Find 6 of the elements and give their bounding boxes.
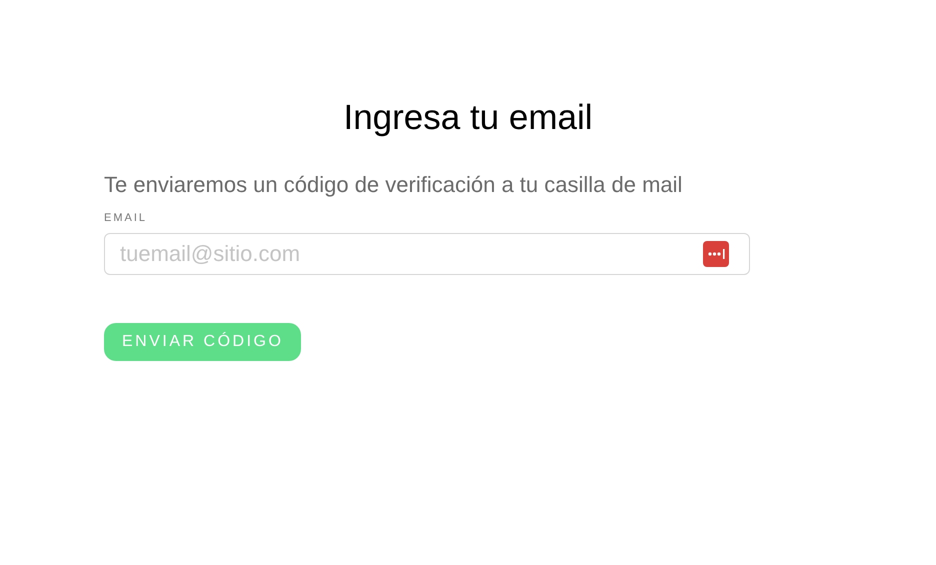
field-label: EMAIL	[104, 211, 148, 226]
email-field[interactable]: tuemail@sitio.com	[104, 232, 750, 274]
password-manager-icon[interactable]	[703, 240, 729, 266]
send-code-button[interactable]: ENVIAR CÓDIGO	[104, 322, 302, 360]
subtitle: Te enviaremos un código de verificación a tu casilla de mail	[104, 171, 682, 199]
page-title: Ingresa tu email	[343, 97, 593, 139]
